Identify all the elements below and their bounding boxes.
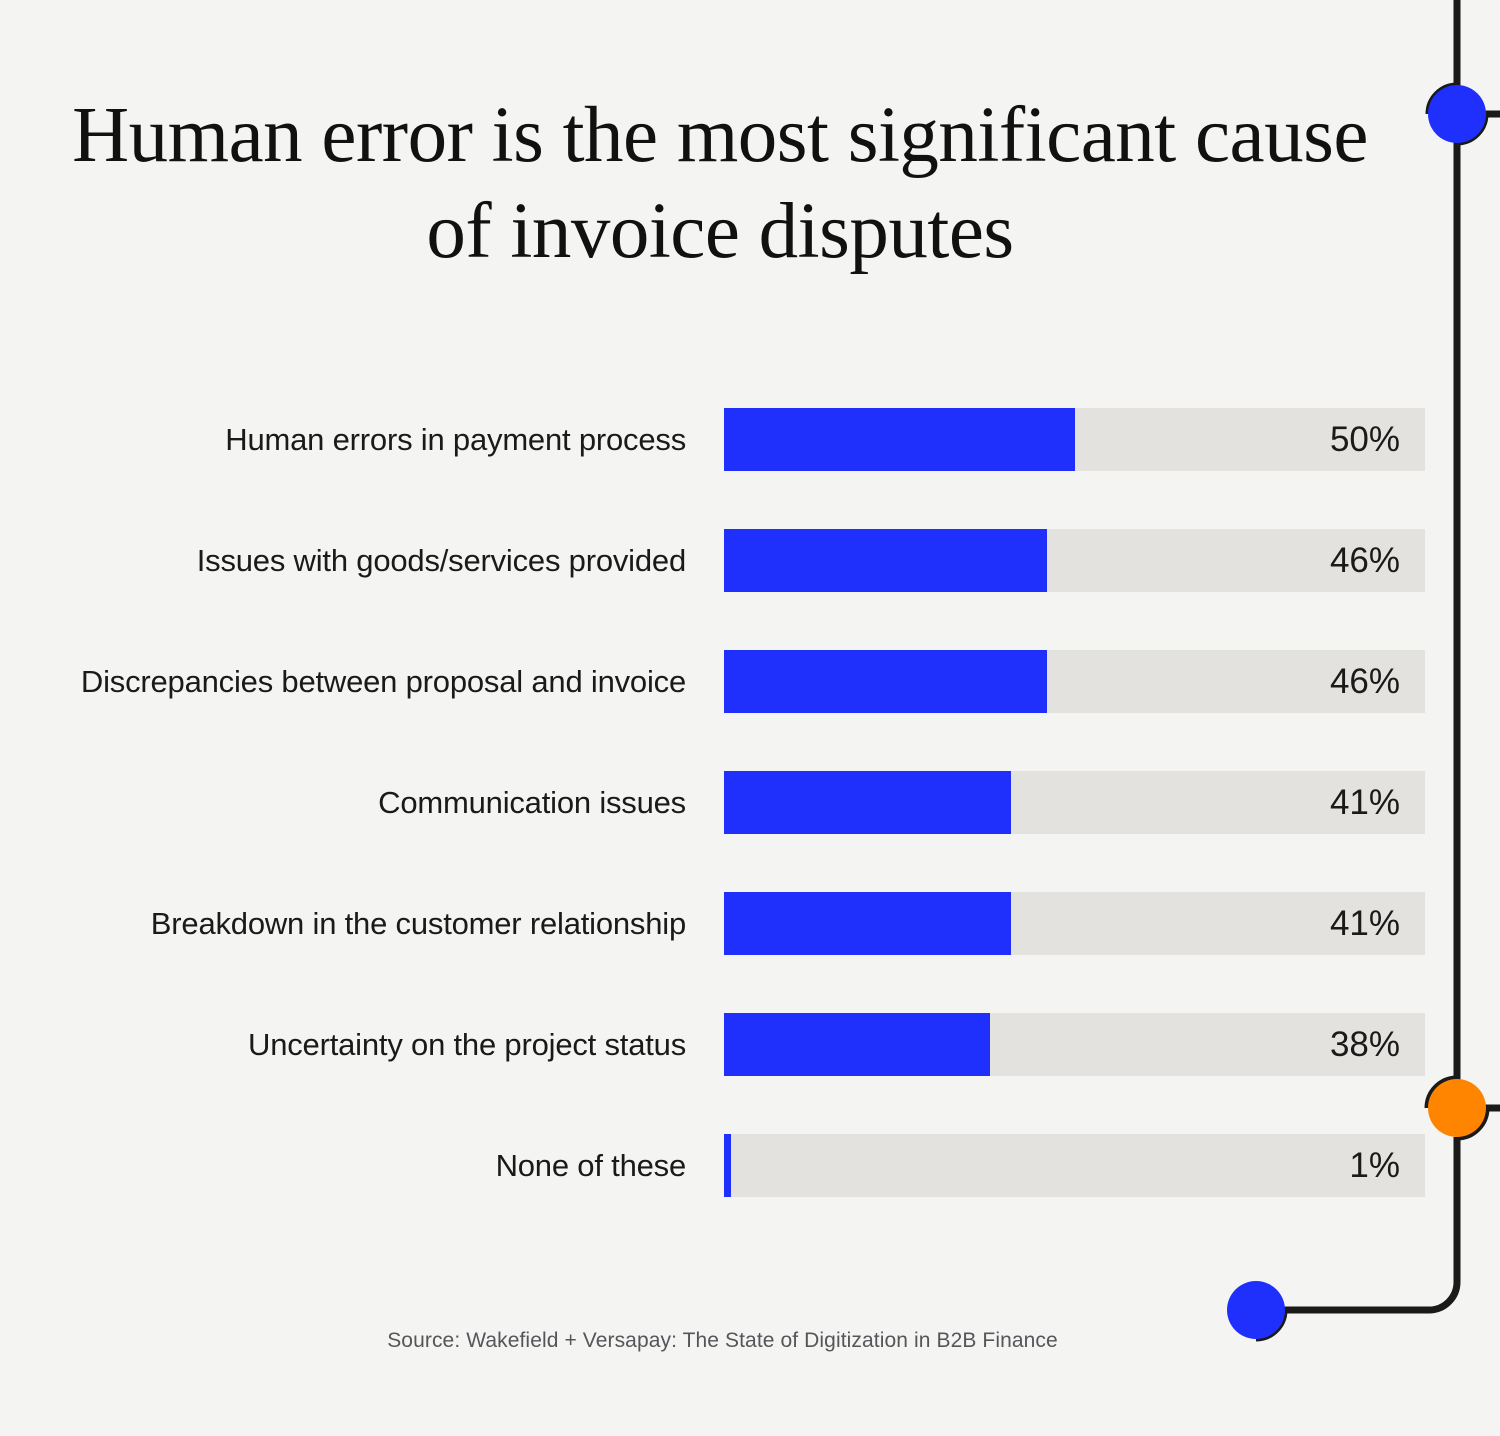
bar-category-label: Communication issues [378, 784, 686, 820]
bar-fill [724, 771, 1012, 834]
table-row: Human errors in payment process 50% [0, 408, 1500, 471]
source-caption: Source: Wakefield + Versapay: The State … [387, 1329, 1058, 1352]
table-row: None of these 1% [0, 1134, 1500, 1197]
table-row: Issues with goods/services provided 46% [0, 529, 1500, 592]
connector-arc-top-left [1425, 82, 1458, 115]
bar-category-label: Issues with goods/services provided [196, 542, 686, 578]
bar-value-label: 38% [1329, 1024, 1400, 1064]
bar-fill [724, 529, 1047, 592]
table-row: Breakdown in the customer relationship 4… [0, 892, 1500, 955]
bar-category-label: Human errors in payment process [225, 421, 686, 457]
bar-track: 41% [724, 892, 1425, 955]
bar-category-label: Discrepancies between proposal and invoi… [80, 663, 686, 699]
table-row: Discrepancies between proposal and invoi… [0, 650, 1500, 713]
connector-line-top [1453, 0, 1500, 118]
bar-track: 41% [724, 771, 1425, 834]
bar-category-label: None of these [495, 1147, 687, 1183]
bar-value-label: 1% [1349, 1145, 1400, 1185]
bar-value-label: 46% [1329, 540, 1400, 580]
bar-value-label: 41% [1329, 903, 1400, 943]
node-dot-blue-top [1428, 85, 1486, 143]
connector-line-upper-middle [1456, 113, 1489, 146]
bar-track: 50% [724, 408, 1425, 471]
bar-fill [724, 1134, 731, 1197]
bar-chart: Human errors in payment process 50% Issu… [0, 408, 1500, 1197]
bar-value-label: 41% [1329, 782, 1400, 822]
bar-track: 46% [724, 650, 1425, 713]
table-row: Communication issues 41% [0, 771, 1500, 834]
bar-fill [724, 1013, 991, 1076]
bar-track: 46% [724, 529, 1425, 592]
bar-fill [724, 650, 1047, 713]
bar-fill [724, 892, 1012, 955]
bar-value-label: 46% [1329, 661, 1400, 701]
page-title: Human error is the most significant caus… [72, 92, 1368, 276]
infographic-root: Human error is the most significant caus… [0, 0, 1500, 1436]
table-row: Uncertainty on the project status 38% [0, 1013, 1500, 1076]
bar-value-label: 50% [1329, 419, 1400, 459]
bar-fill [724, 408, 1075, 471]
bar-category-label: Breakdown in the customer relationship [150, 905, 686, 941]
bar-track: 1% [724, 1134, 1425, 1197]
bar-category-label: Uncertainty on the project status [248, 1026, 686, 1062]
bar-track: 38% [724, 1013, 1425, 1076]
